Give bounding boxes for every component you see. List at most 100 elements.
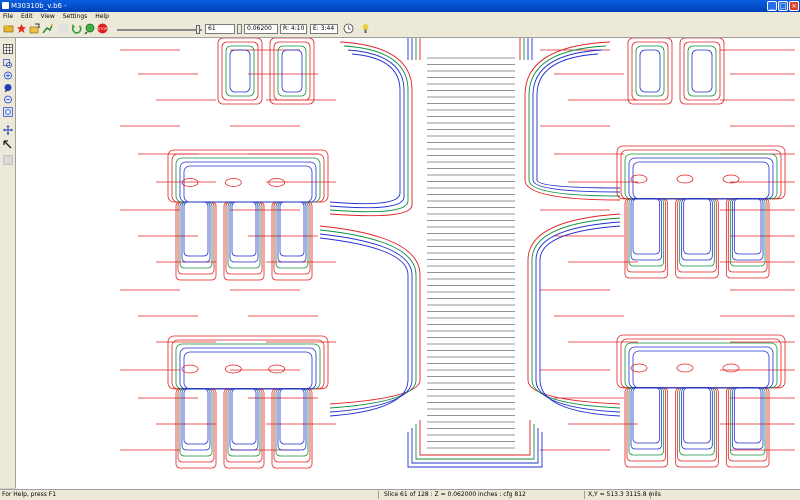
- prong-outline: [183, 201, 209, 257]
- status-separator: [584, 491, 585, 499]
- prong-outline: [227, 388, 261, 457]
- layer-slider-thumb[interactable]: [196, 25, 200, 34]
- layer-spinner[interactable]: [237, 24, 242, 34]
- rotate-icon[interactable]: [71, 23, 82, 34]
- layer-slider-track[interactable]: [117, 29, 202, 31]
- zoom-window-icon[interactable]: [3, 107, 13, 117]
- prong-outline: [229, 201, 259, 263]
- prong-outline: [632, 387, 661, 444]
- layer-field[interactable]: 61: [205, 24, 235, 34]
- prong-outline: [630, 387, 663, 450]
- prong-outline: [731, 387, 764, 450]
- pad-eye: [224, 364, 242, 374]
- menu-file[interactable]: File: [0, 12, 16, 21]
- prong-outline: [279, 388, 305, 445]
- pad-outline: [269, 38, 315, 105]
- blank-tool-icon[interactable]: [3, 155, 13, 165]
- zoom-icon[interactable]: [84, 23, 95, 34]
- status-bar: For Help, press F1 Slice 61 of 128 : Z =…: [0, 489, 800, 500]
- minimize-button[interactable]: _: [767, 1, 777, 11]
- pad-outline: [639, 49, 661, 93]
- connector-band: [411, 428, 539, 464]
- zoom-fit-icon[interactable]: [3, 83, 13, 93]
- pad-outline: [183, 165, 313, 203]
- zoom-box-icon[interactable]: [3, 59, 13, 69]
- menu-edit[interactable]: Edit: [18, 12, 36, 21]
- plot-icon[interactable]: [42, 23, 53, 34]
- tip-icon[interactable]: [360, 23, 371, 34]
- clock-icon[interactable]: [343, 23, 354, 34]
- pad-outline: [628, 346, 774, 389]
- close-button[interactable]: ×: [789, 1, 799, 11]
- prong-outline: [731, 198, 764, 261]
- connector-band: [527, 213, 621, 405]
- status-slice: Slice 61 of 128 : Z = 0.062000 inches : …: [384, 491, 526, 498]
- pad-outline: [179, 347, 317, 390]
- prong-outline: [227, 201, 261, 269]
- pad-eye: [676, 363, 694, 373]
- connector-band: [539, 225, 621, 417]
- app-icon: [2, 2, 9, 9]
- prong-outline: [183, 388, 209, 445]
- connector-band: [329, 49, 405, 209]
- pad-outline: [628, 157, 774, 200]
- thickness-field[interactable]: 0.06200: [244, 24, 278, 34]
- pad-outline: [631, 41, 669, 101]
- prong-outline: [179, 201, 213, 269]
- zoom-out-icon[interactable]: [3, 95, 13, 105]
- prong-outline: [733, 387, 762, 444]
- prong-outline: [681, 387, 713, 450]
- maximize-button[interactable]: □: [778, 1, 788, 11]
- pad-outline: [624, 342, 778, 389]
- prong-outline: [628, 198, 665, 267]
- readout-r: R: 4:10: [280, 24, 307, 34]
- window-title: M30310b_v.b6 -: [11, 2, 67, 10]
- menu-settings[interactable]: Settings: [60, 12, 91, 21]
- drawing-canvas[interactable]: [16, 38, 800, 489]
- pointer-icon[interactable]: [3, 140, 13, 150]
- blank-icon[interactable]: [58, 23, 69, 34]
- connector-band: [329, 45, 409, 213]
- connector-band: [535, 221, 621, 413]
- connector-band: [524, 41, 621, 201]
- prong-outline: [729, 198, 766, 267]
- pad-outline: [281, 49, 303, 93]
- grid-icon[interactable]: [3, 44, 13, 54]
- connector-band: [319, 225, 421, 405]
- connector-band: [329, 53, 401, 205]
- connector-band: [528, 45, 621, 197]
- pad-outline: [627, 38, 673, 105]
- pad-outline: [679, 38, 725, 105]
- zoom-in-icon[interactable]: [3, 71, 13, 81]
- pad-outline: [691, 49, 713, 93]
- prong-outline: [177, 388, 215, 463]
- pad-outline: [175, 157, 321, 203]
- pad-eye: [268, 364, 286, 374]
- connector-band: [319, 233, 413, 413]
- status-separator: [378, 491, 379, 499]
- connector-band: [419, 420, 531, 456]
- title-bar: M30310b_v.b6 - _ □ ×: [0, 0, 800, 12]
- pad-eye: [676, 174, 694, 184]
- open-folder-icon[interactable]: [3, 23, 14, 34]
- prong-outline: [679, 387, 715, 456]
- menu-view[interactable]: View: [38, 12, 58, 21]
- wizard-icon[interactable]: [16, 23, 27, 34]
- stop-icon[interactable]: STOP: [97, 23, 108, 34]
- pad-outline: [624, 153, 778, 200]
- pad-outline: [171, 339, 325, 390]
- connector-band: [407, 38, 533, 60]
- pan-icon[interactable]: [3, 125, 13, 135]
- connector-band: [319, 237, 409, 417]
- pad-eye: [224, 178, 242, 187]
- pad-outline: [632, 350, 770, 389]
- connector-band: [415, 38, 525, 60]
- pad-eye: [268, 178, 286, 187]
- menu-help[interactable]: Help: [92, 12, 112, 21]
- readout-e: E: 3:44: [310, 24, 338, 34]
- pad-eye: [722, 363, 740, 373]
- prong-outline: [275, 201, 309, 269]
- prong-outline: [277, 201, 307, 263]
- connector-band: [407, 432, 543, 468]
- open-icon[interactable]: [29, 23, 40, 34]
